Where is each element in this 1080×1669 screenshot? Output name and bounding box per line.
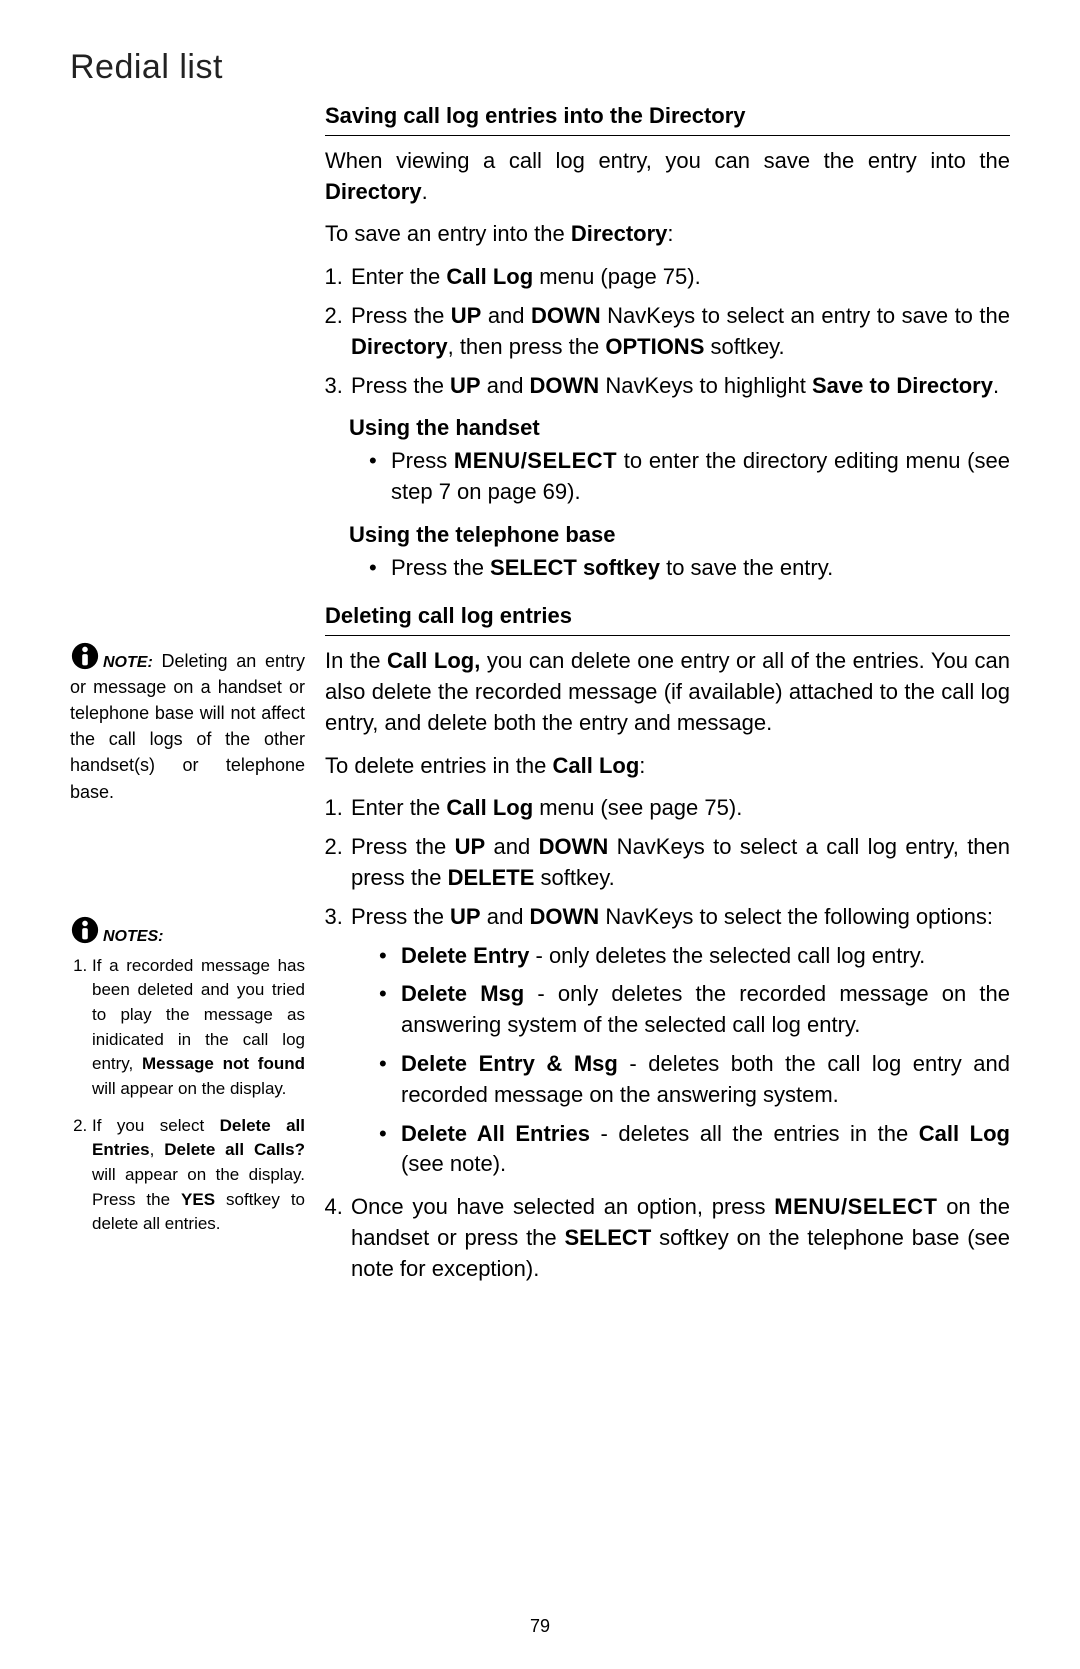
side-column: NOTE: Deleting an entry or message on a … [70,101,325,1249]
steps-list-2: Enter the Call Log menu (see page 75). P… [325,793,1010,1284]
step: Press the UP and DOWN NavKeys to select … [349,832,1010,894]
subhead-base: Using the telephone base [349,520,1010,551]
subhead-handset: Using the handset [349,413,1010,444]
notes-label: NOTES: [103,928,163,945]
side-note-1: NOTE: Deleting an entry or message on a … [70,641,305,805]
page-number: 79 [0,1616,1080,1637]
bullets-base: Press the SELECT softkey to save the ent… [325,553,1010,584]
note-text: Deleting an entry or message on a handse… [70,651,305,802]
page: Redial list NOTE: Deleting an entry or m… [0,0,1080,1669]
lead-text-2: To delete entries in the Call Log: [325,751,1010,782]
step: Press the UP and DOWN NavKeys to select … [349,902,1010,1180]
bullets-handset: Press MENU/SELECT to enter the directory… [325,446,1010,508]
step: Press the UP and DOWN NavKeys to highlig… [349,371,1010,402]
bullet: Press the SELECT softkey to save the ent… [369,553,1010,584]
side-notes-list: If a recorded message has been deleted a… [70,954,305,1237]
option: Delete All Entries - deletes all the ent… [379,1119,1010,1181]
info-icon [70,641,100,671]
option: Delete Msg - only deletes the recorded m… [379,979,1010,1041]
note-label: NOTE: [103,654,153,671]
step: Enter the Call Log menu (page 75). [349,262,1010,293]
option: Delete Entry - only deletes the selected… [379,941,1010,972]
page-title: Redial list [70,48,1010,87]
columns: NOTE: Deleting an entry or message on a … [70,101,1010,1297]
info-icon [70,915,100,945]
lead-text: To save an entry into the Directory: [325,219,1010,250]
step: Press the UP and DOWN NavKeys to select … [349,301,1010,363]
option: Delete Entry & Msg - deletes both the ca… [379,1049,1010,1111]
step: Enter the Call Log menu (see page 75). [349,793,1010,824]
bullet: Press MENU/SELECT to enter the directory… [369,446,1010,508]
section-heading-deleting: Deleting call log entries [325,601,1010,636]
main-column: Saving call log entries into the Directo… [325,101,1010,1297]
side-note-item: If you select Delete all Entries, Delete… [92,1114,305,1237]
step: Once you have selected an option, press … [349,1192,1010,1284]
intro-text-2: In the Call Log, you can delete one entr… [325,646,1010,738]
intro-text: When viewing a call log entry, you can s… [325,146,1010,208]
options-list: Delete Entry - only deletes the selected… [351,941,1010,1181]
side-notes-2: NOTES: If a recorded message has been de… [70,915,305,1237]
section-heading-saving: Saving call log entries into the Directo… [325,101,1010,136]
side-note-item: If a recorded message has been deleted a… [92,954,305,1102]
steps-list: Enter the Call Log menu (page 75). Press… [325,262,1010,401]
